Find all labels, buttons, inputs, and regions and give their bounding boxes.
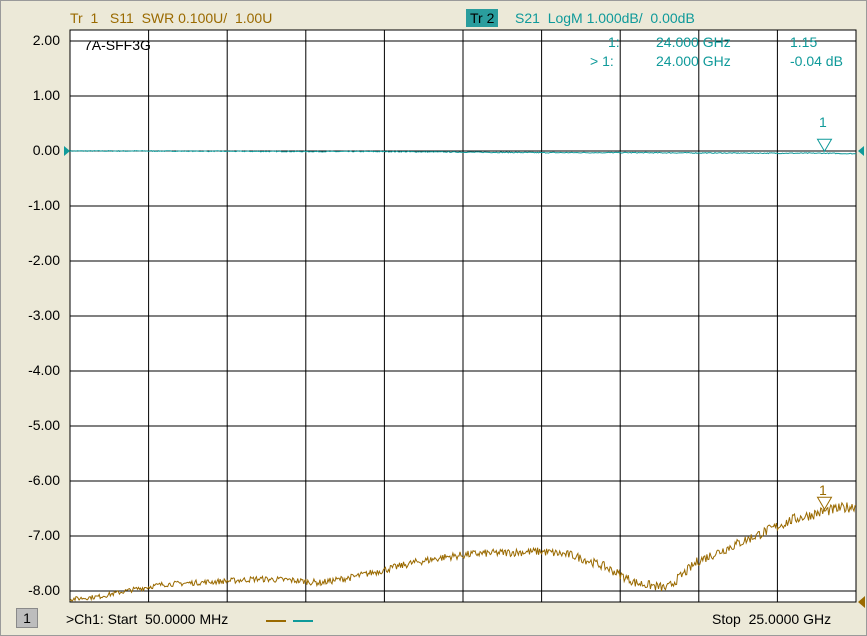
marker-readout-1-value: 1.15: [790, 34, 818, 50]
y-tick-label: -6.00: [28, 472, 60, 488]
y-tick-label: -4.00: [28, 362, 60, 378]
y-tick-label: -7.00: [28, 527, 60, 543]
y-tick-label: -3.00: [28, 307, 60, 323]
ref-arrow-left-s21[interactable]: [64, 146, 70, 156]
s21-marker-label: 1: [819, 114, 827, 130]
ref-arrow-right-s21[interactable]: [858, 146, 864, 156]
ref-arrow-right-s11[interactable]: [858, 596, 865, 608]
y-tick-label: -8.00: [28, 582, 60, 598]
start-frequency[interactable]: >Ch1: Start 50.0000 MHz: [66, 611, 228, 627]
chart-plot[interactable]: [0, 0, 867, 636]
y-tick-label: 2.00: [32, 32, 60, 48]
marker-readout-1-freq: 24.000 GHz: [656, 34, 731, 50]
marker-readout-2-label: > 1:: [590, 53, 614, 69]
y-tick-label: 1.00: [32, 87, 60, 103]
y-tick-label: -5.00: [28, 417, 60, 433]
s11-marker-label: 1: [819, 482, 827, 498]
chart-title: 7A-SFF3G: [84, 37, 151, 53]
marker-readout-1-label: 1:: [608, 34, 620, 50]
y-tick-label: -1.00: [28, 197, 60, 213]
marker-readout-2-freq: 24.000 GHz: [656, 53, 731, 69]
y-tick-label: -2.00: [28, 252, 60, 268]
trace-legend-swatches: [266, 620, 313, 622]
channel-badge[interactable]: 1: [16, 608, 38, 628]
marker-readout-2-value: -0.04 dB: [790, 53, 843, 69]
stop-frequency[interactable]: Stop 25.0000 GHz: [712, 611, 831, 627]
y-tick-label: 0.00: [32, 142, 60, 158]
